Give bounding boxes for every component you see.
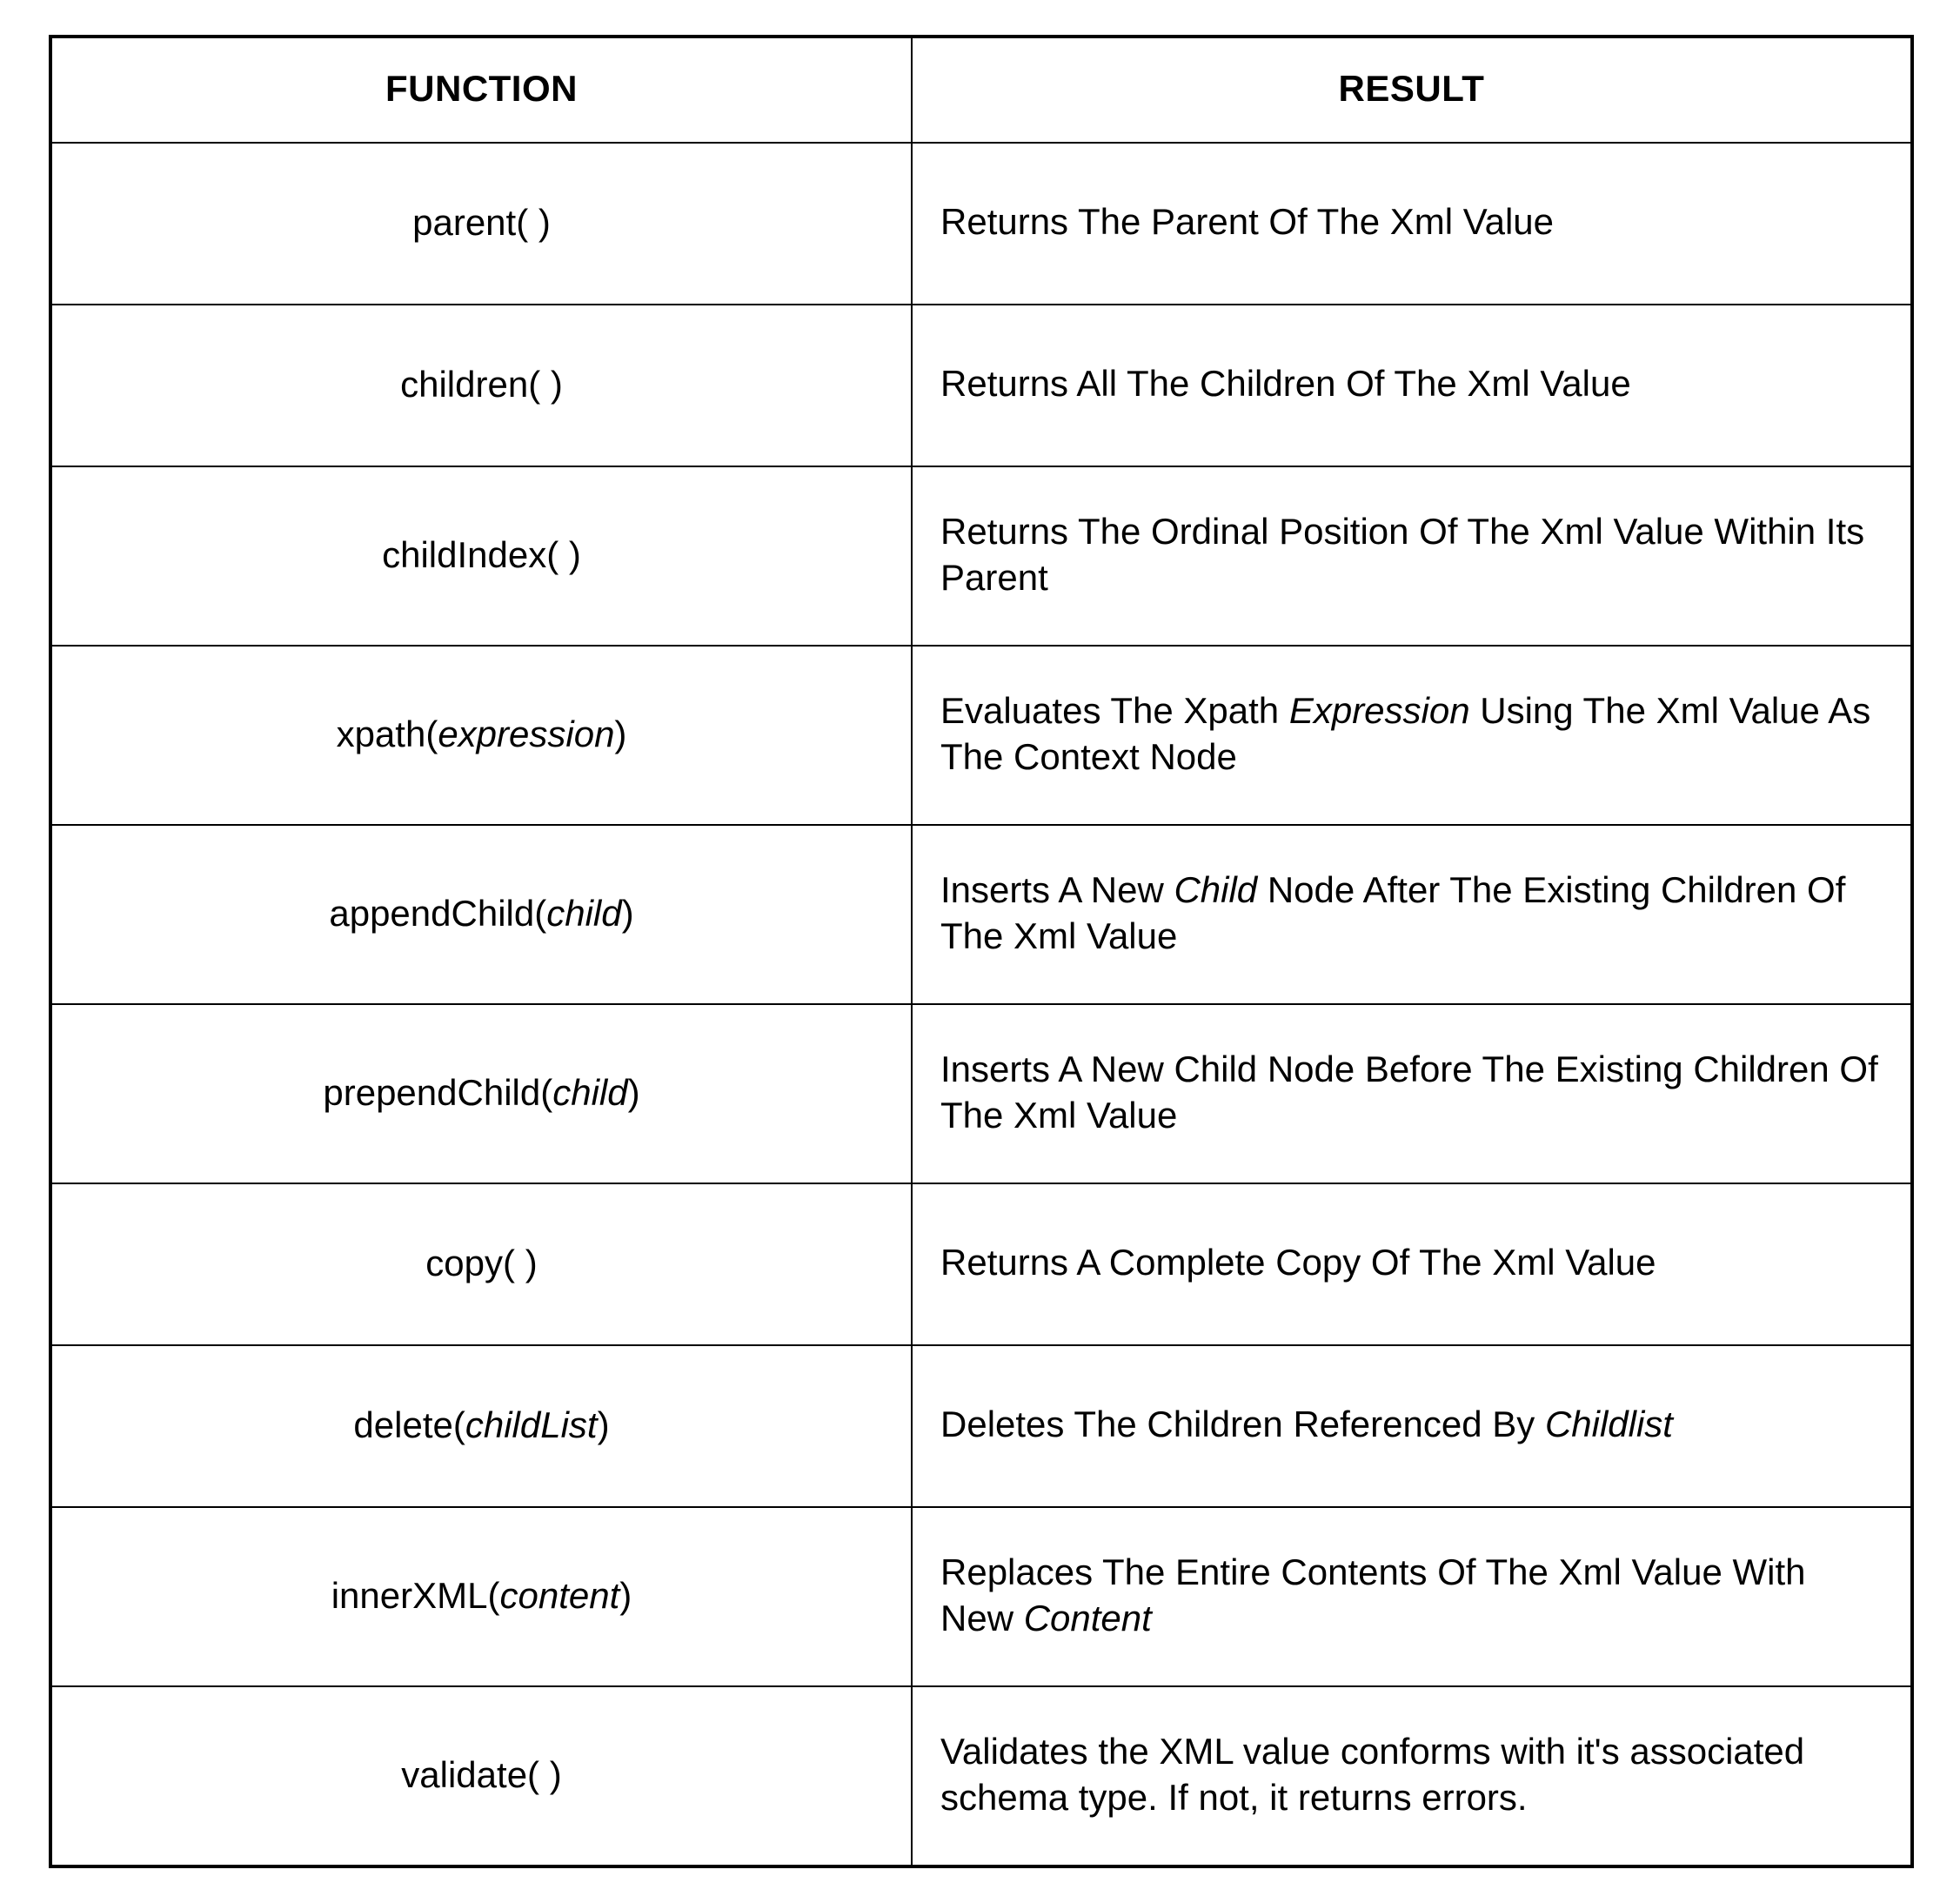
result-text: Evaluates The Xpath: [940, 690, 1289, 731]
function-arg: childList: [465, 1404, 598, 1445]
paren-close: ): [551, 364, 563, 405]
result-cell: Returns A Complete Copy Of The Xml Value: [912, 1183, 1912, 1345]
function-name: parent: [412, 202, 516, 243]
paren-close: ): [598, 1404, 610, 1445]
paren-open: (: [425, 714, 438, 754]
paren-close: ): [569, 534, 581, 575]
result-text: Returns All The Children Of The Xml Valu…: [940, 363, 1631, 404]
function-cell: xpath(expression): [50, 646, 912, 825]
paren-close: ): [619, 1575, 632, 1616]
table-row: prependChild(child) Inserts A New Child N…: [50, 1004, 1912, 1183]
paren-open: (: [516, 202, 528, 243]
result-cell: Deletes The Children Referenced By Child…: [912, 1345, 1912, 1507]
table-row: validate( ) Validates the XML value confo…: [50, 1686, 1912, 1866]
paren-open: (: [534, 893, 546, 934]
page: FUNCTION RESULT parent( )Returns The Par…: [0, 0, 1960, 1903]
col-header-result: RESULT: [912, 37, 1912, 143]
function-arg: child: [552, 1072, 627, 1113]
paren-open: (: [540, 1072, 552, 1113]
paren-close: ): [538, 202, 551, 243]
function-cell: parent( ): [50, 143, 912, 305]
result-cell: Replaces The Entire Contents Of The Xml …: [912, 1507, 1912, 1686]
table-row: children( ) Returns All The Children Of T…: [50, 305, 1912, 466]
result-text: Inserts A New Child Node Before The Exis…: [940, 1049, 1878, 1136]
function-cell: childIndex( ): [50, 466, 912, 646]
function-arg: content: [499, 1575, 619, 1616]
table-row: appendChild(child)Inserts A New Child No…: [50, 825, 1912, 1004]
result-cell: Returns The Parent Of The Xml Value: [912, 143, 1912, 305]
result-cell: Validates the XML value conforms with it…: [912, 1686, 1912, 1866]
function-cell: appendChild(child): [50, 825, 912, 1004]
result-cell: Inserts A New Child Node After The Exist…: [912, 825, 1912, 1004]
table-body: parent( )Returns The Parent Of The Xml V…: [50, 143, 1912, 1866]
function-name: prependChild: [323, 1072, 540, 1113]
result-text: Returns The Parent Of The Xml Value: [940, 201, 1554, 242]
table-row: delete(childList)Deletes The Children Re…: [50, 1345, 1912, 1507]
paren-pad: [528, 202, 538, 243]
result-term: Child: [1174, 869, 1257, 910]
paren-pad: [559, 534, 569, 575]
result-term: Childlist: [1545, 1404, 1673, 1444]
table-row: childIndex( ) Returns The Ordinal Positio…: [50, 466, 1912, 646]
paren-pad: [540, 364, 551, 405]
paren-open: (: [527, 1754, 539, 1795]
table-row: innerXML(content)Replaces The Entire Con…: [50, 1507, 1912, 1686]
function-name: validate: [401, 1754, 527, 1795]
paren-close: ): [525, 1243, 538, 1283]
paren-open: (: [546, 534, 559, 575]
table-row: copy( ) Returns A Complete Copy Of The Xm…: [50, 1183, 1912, 1345]
paren-pad: [515, 1243, 525, 1283]
result-text: Deletes The Children Referenced By: [940, 1404, 1545, 1444]
function-name: childIndex: [382, 534, 546, 575]
result-term: Expression: [1289, 690, 1470, 731]
function-name: innerXML: [331, 1575, 488, 1616]
function-name: xpath: [337, 714, 426, 754]
result-cell: Returns The Ordinal Position Of The Xml …: [912, 466, 1912, 646]
function-cell: children( ): [50, 305, 912, 466]
paren-open: (: [528, 364, 540, 405]
function-cell: copy( ): [50, 1183, 912, 1345]
result-text: Returns The Ordinal Position Of The Xml …: [940, 511, 1864, 598]
result-cell: Evaluates The Xpath Expression Using The…: [912, 646, 1912, 825]
result-cell: Inserts A New Child Node Before The Exis…: [912, 1004, 1912, 1183]
result-cell: Returns All The Children Of The Xml Valu…: [912, 305, 1912, 466]
table-row: xpath(expression)Evaluates The Xpath Exp…: [50, 646, 1912, 825]
paren-close: ): [628, 1072, 640, 1113]
function-cell: innerXML(content): [50, 1507, 912, 1686]
result-text: Returns A Complete Copy Of The Xml Value: [940, 1242, 1656, 1283]
paren-open: (: [453, 1404, 465, 1445]
function-reference-table: FUNCTION RESULT parent( )Returns The Par…: [49, 35, 1914, 1868]
paren-close: ): [622, 893, 634, 934]
function-name: appendChild: [329, 893, 534, 934]
paren-close: ): [614, 714, 626, 754]
function-arg: expression: [438, 714, 614, 754]
function-name: copy: [425, 1243, 503, 1283]
paren-open: (: [503, 1243, 515, 1283]
result-text: Inserts A New: [940, 869, 1174, 910]
result-text: Validates the XML value conforms with it…: [940, 1731, 1804, 1818]
table-header-row: FUNCTION RESULT: [50, 37, 1912, 143]
paren-pad: [539, 1754, 550, 1795]
function-cell: delete(childList): [50, 1345, 912, 1507]
function-name: delete: [353, 1404, 452, 1445]
col-header-function: FUNCTION: [50, 37, 912, 143]
result-term: Content: [1024, 1598, 1152, 1638]
paren-open: (: [487, 1575, 499, 1616]
function-cell: validate( ): [50, 1686, 912, 1866]
paren-close: ): [550, 1754, 562, 1795]
function-arg: child: [546, 893, 621, 934]
function-name: children: [400, 364, 528, 405]
table-row: parent( ) Returns The Parent Of The Xml V…: [50, 143, 1912, 305]
function-cell: prependChild(child): [50, 1004, 912, 1183]
